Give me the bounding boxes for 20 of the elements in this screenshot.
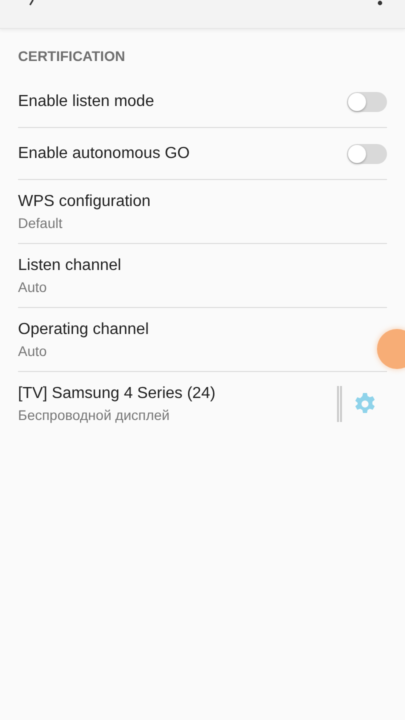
screen-recorder-overlay[interactable] (377, 329, 405, 369)
setting-label: Operating channel (18, 320, 150, 338)
setting-label: Enable autonomous GO (18, 144, 190, 162)
setting-label: Listen channel (18, 256, 122, 274)
section-header: CERTIFICATION (18, 47, 126, 66)
setting-row[interactable]: Enable listen mode (18, 76, 387, 128)
toggle-switch[interactable] (347, 144, 387, 164)
setting-value: Auto (18, 342, 48, 358)
device-type: Беспроводной дисплей (18, 406, 171, 422)
setting-row[interactable]: Enable autonomous GO (18, 128, 387, 180)
toggle-switch[interactable] (347, 92, 387, 112)
setting-row[interactable]: WPS configuration Default (18, 180, 387, 244)
setting-value: Auto (18, 278, 48, 294)
setting-value: Default (18, 214, 64, 230)
setting-row[interactable]: Listen channel Auto (18, 244, 387, 308)
setting-label: WPS configuration (18, 192, 152, 210)
setting-label: Enable listen mode (18, 92, 154, 110)
device-row[interactable]: [TV] Samsung 4 Series (24) Беспроводной дисплей (18, 372, 387, 435)
settings-icon[interactable] (353, 392, 377, 416)
device-name: [TV] Samsung 4 Series (24) (18, 384, 216, 402)
